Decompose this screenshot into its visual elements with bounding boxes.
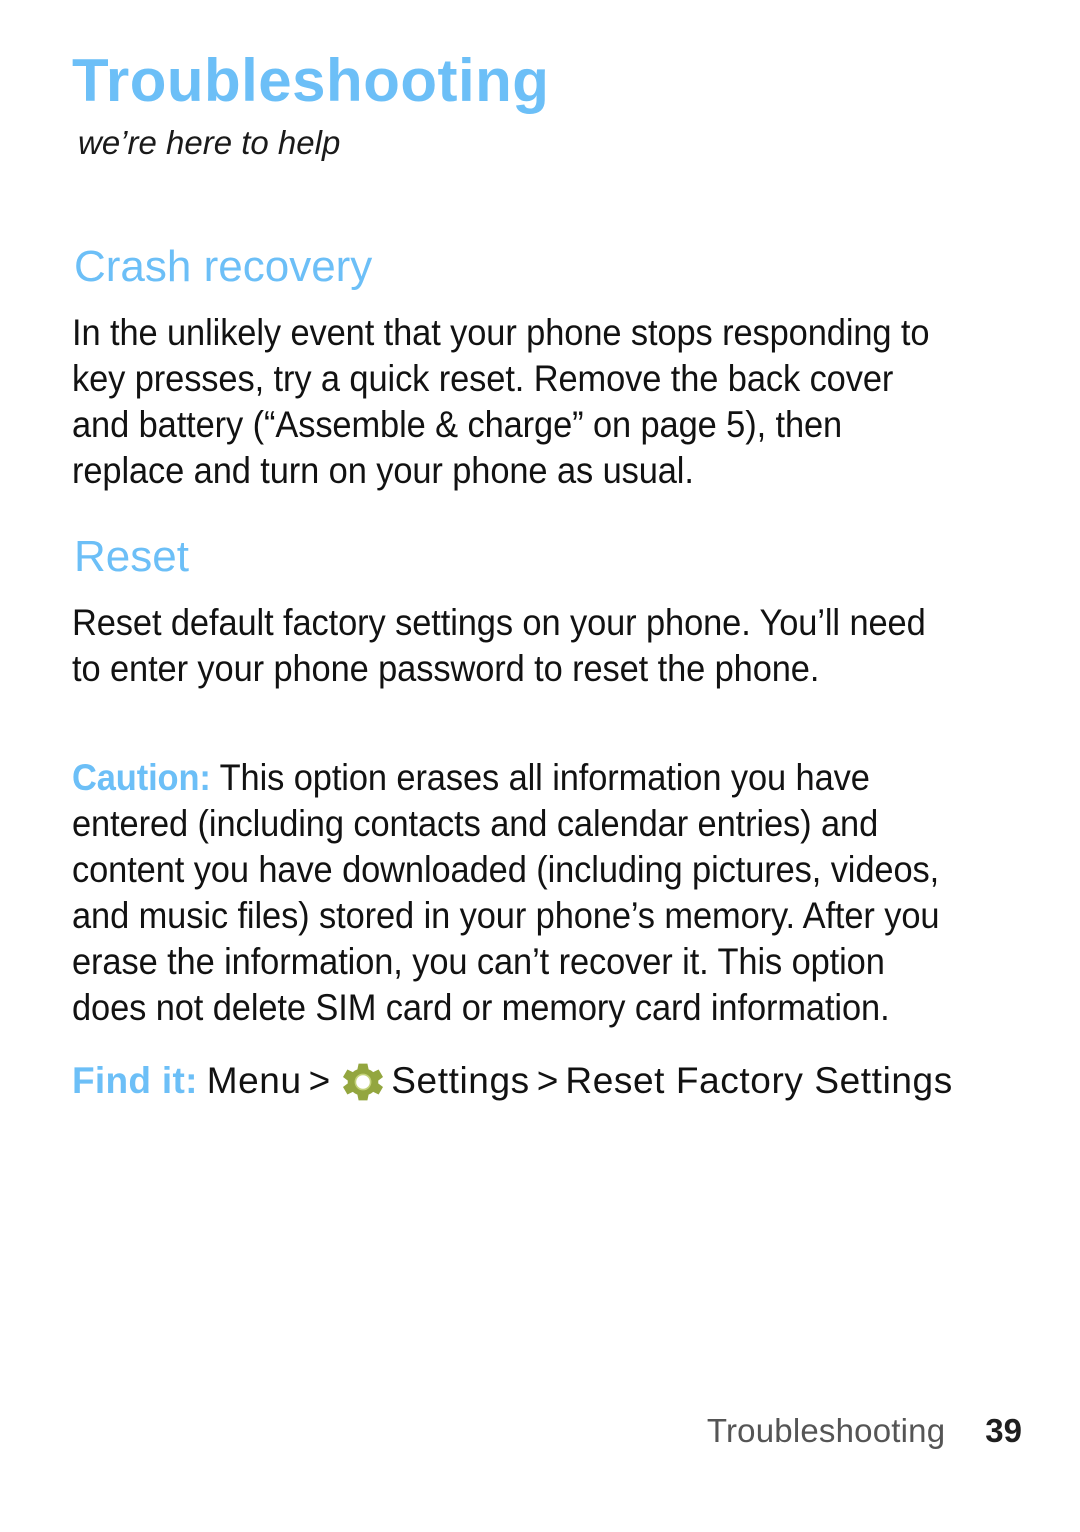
find-it-separator: > [536,1060,559,1101]
page-footer: Troubleshooting 39 [0,1412,1080,1450]
section-heading-crash-recovery: Crash recovery [74,241,373,291]
gear-icon [343,1062,384,1102]
page-tagline: we’re here to help [78,124,341,161]
footer-chapter-name: Troubleshooting [706,1412,946,1449]
find-it-separator: > [308,1060,331,1101]
find-it-crumb-menu[interactable]: Menu [207,1058,302,1104]
section-body-crash-recovery: In the unlikely event that your phone st… [72,312,930,491]
section-body-reset: Reset default factory settings on your p… [72,602,926,689]
page-title: Troubleshooting [72,47,550,114]
footer-page-number: 39 [985,1412,1022,1449]
section-heading-reset: Reset [74,531,189,581]
find-it-label: Find it: [72,1060,198,1101]
find-it-crumb-reset-factory-settings[interactable]: Reset Factory Settings [565,1058,952,1104]
caution-note: Caution: This option erases all informat… [72,755,946,1031]
find-it-path: Find it: Menu > Settings > Reset Factory… [72,1058,1032,1104]
caution-label: Caution: [72,757,211,798]
find-it-crumb-settings[interactable]: Settings [391,1058,530,1104]
document-page: Troubleshooting we’re here to help Crash… [0,0,1080,1532]
